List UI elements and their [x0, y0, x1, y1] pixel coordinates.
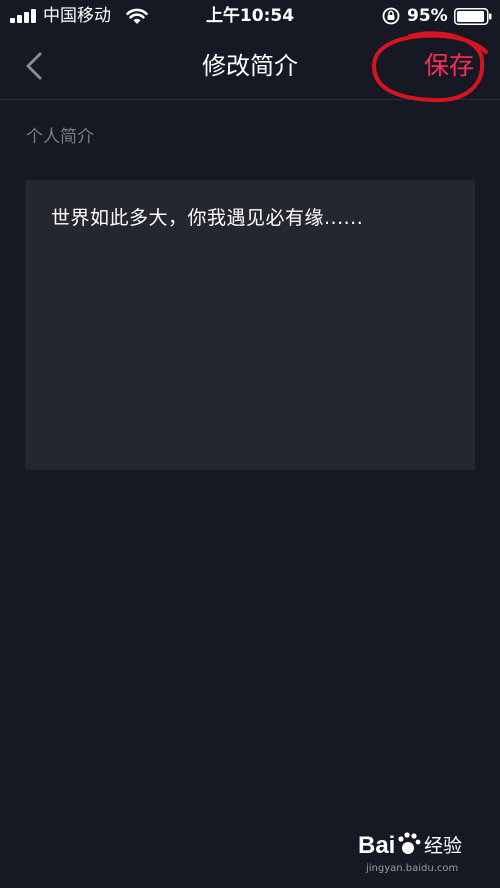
battery-icon [454, 8, 492, 25]
svg-text:Bai: Bai [358, 832, 395, 859]
orientation-lock-icon [382, 7, 400, 25]
watermark-url: jingyan.baidu.com [366, 863, 459, 874]
save-button[interactable]: 保存 [424, 51, 474, 81]
section-label: 个人简介 [26, 127, 94, 147]
svg-text:经验: 经验 [424, 835, 462, 857]
nav-bar: 修改简介 保存 [0, 34, 500, 100]
baidu-watermark: Bai 经验 jingyan.baidu.com [356, 826, 486, 878]
baidu-logo: Bai 经验 [358, 832, 462, 859]
bio-textarea[interactable]: 世界如此多大，你我遇见必有缘...... [25, 180, 475, 470]
battery-percent: 95% [407, 6, 448, 26]
bio-text: 世界如此多大，你我遇见必有缘...... [51, 207, 364, 229]
status-bar: 中国移动 上午10:54 95% [0, 0, 500, 34]
